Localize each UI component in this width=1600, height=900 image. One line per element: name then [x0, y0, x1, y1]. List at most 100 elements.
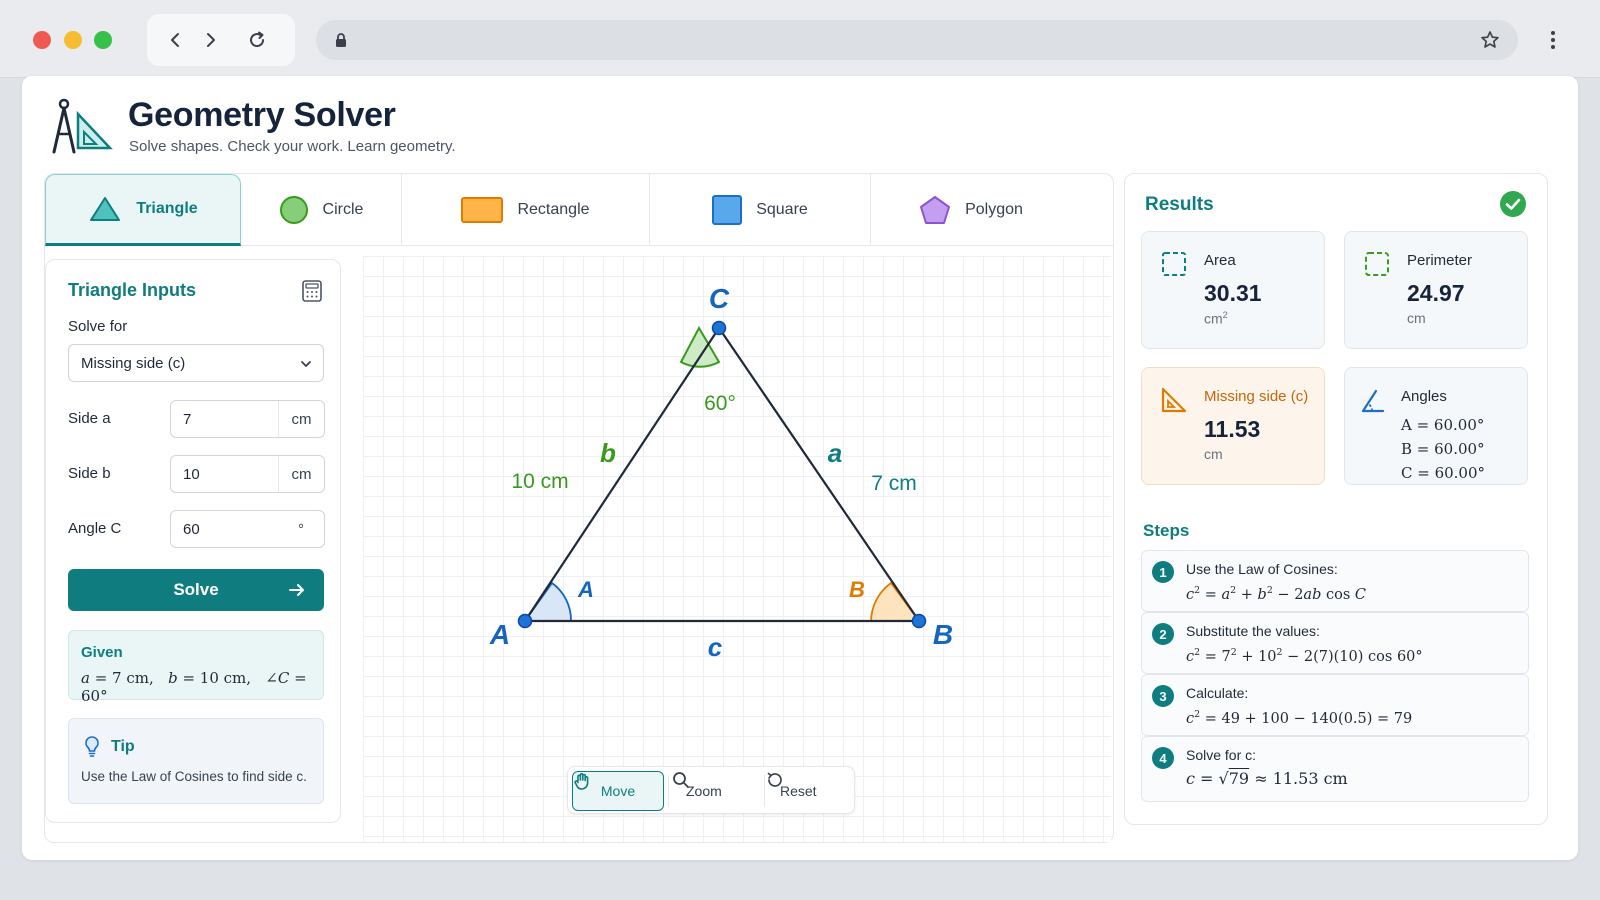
- side-b-input[interactable]: 10 cm: [170, 455, 325, 493]
- tab-circle[interactable]: Circle: [241, 174, 402, 246]
- angle-c-label: Angle C: [68, 520, 122, 537]
- tip-title: Tip: [111, 738, 135, 755]
- area-value: 30.31: [1204, 280, 1262, 306]
- results-title: Results: [1145, 194, 1214, 215]
- step-equation: c2 = 49 + 100 − 140(0.5) = 79: [1186, 709, 1413, 727]
- tab-polygon[interactable]: Polygon: [871, 174, 1071, 246]
- arrow-right-icon: [289, 584, 304, 596]
- tab-rectangle[interactable]: Rectangle: [402, 174, 650, 246]
- vertex-b-point[interactable]: [911, 613, 927, 629]
- area-result-card: Area 30.31 cm2: [1141, 231, 1325, 349]
- angle-c-value-label: 60°: [704, 392, 736, 415]
- calculator-icon[interactable]: [301, 280, 323, 302]
- vertex-c-point[interactable]: [711, 320, 727, 336]
- angle-icon: [1361, 389, 1385, 413]
- browser-toolbar: [0, 0, 1600, 78]
- tip-text: Use the Law of Cosines to find side c.: [81, 769, 307, 784]
- missing-side-label: Missing side (c): [1204, 388, 1309, 405]
- triangle-icon: [90, 197, 121, 221]
- side-b-name-label: b: [600, 438, 616, 468]
- bookmark-star-icon[interactable]: [1480, 30, 1500, 50]
- side-b-label: Side b: [68, 465, 111, 482]
- forward-icon[interactable]: [199, 28, 223, 52]
- reset-icon: [767, 772, 782, 787]
- chevron-down-icon: [301, 361, 311, 367]
- toolbar-divider: [764, 775, 765, 807]
- app-subtitle: Solve shapes. Check your work. Learn geo…: [129, 138, 456, 155]
- reset-tool-button[interactable]: Reset: [766, 771, 831, 811]
- reload-icon[interactable]: [245, 28, 269, 52]
- tab-label: Triangle: [136, 200, 198, 217]
- missing-side-unit: cm: [1204, 446, 1223, 462]
- side-a-unit: cm: [278, 401, 324, 437]
- drawing-canvas[interactable]: C A B 60° A B b 10 cm a 7 cm c Move Zoom…: [363, 256, 1111, 842]
- step-item: 2 Substitute the values: c2 = 72 + 102 −…: [1141, 612, 1529, 674]
- zoom-tool-button[interactable]: Zoom: [672, 771, 736, 811]
- move-tool-button[interactable]: Move: [572, 771, 664, 811]
- side-a-length-label: 7 cm: [871, 472, 917, 495]
- hand-icon: [574, 773, 589, 790]
- step-equation: c2 = 72 + 102 − 2(7)(10) cos 60°: [1186, 647, 1423, 665]
- app-page: Geometry Solver Solve shapes. Check your…: [22, 76, 1578, 860]
- area-unit: cm2: [1204, 310, 1228, 327]
- step-item: 4 Solve for c: c = √79 ≈ 11.53 cm: [1141, 736, 1529, 802]
- app-title: Geometry Solver: [128, 96, 396, 134]
- shape-workspace: Triangle Circle Rectangle Square Polygon…: [44, 173, 1114, 843]
- angles-result-card: Angles A = 60.00° B = 60.00° C = 60.00°: [1344, 367, 1528, 485]
- tab-square[interactable]: Square: [650, 174, 871, 246]
- solve-for-select[interactable]: Missing side (c): [68, 344, 324, 382]
- area-label: Area: [1204, 252, 1236, 269]
- angle-c-value: 60: [183, 521, 200, 538]
- tab-label: Square: [756, 201, 808, 218]
- magnifier-icon: [673, 772, 689, 788]
- tip-box: Tip Use the Law of Cosines to find side …: [68, 718, 324, 804]
- angle-c-input[interactable]: 60 °: [170, 510, 325, 548]
- window-close-button[interactable]: [33, 31, 51, 49]
- pentagon-icon: [920, 196, 951, 224]
- window-maximize-button[interactable]: [94, 31, 112, 49]
- lightbulb-icon: [85, 736, 99, 757]
- step-number: 2: [1152, 623, 1174, 645]
- angle-b-arc: [870, 581, 921, 622]
- tab-triangle[interactable]: Triangle: [45, 174, 241, 246]
- perimeter-result-card: Perimeter 24.97 cm: [1344, 231, 1528, 349]
- step-item: 1 Use the Law of Cosines: c2 = a2 + b2 −…: [1141, 550, 1529, 612]
- results-panel: Results Area 30.31 cm2 Perimeter 24.97 c…: [1124, 173, 1548, 825]
- angle-b-label: B: [849, 577, 865, 602]
- solve-button-label: Solve: [173, 580, 219, 599]
- side-c-name-label: c: [708, 632, 723, 662]
- move-tool-label: Move: [600, 783, 636, 799]
- tab-label: Circle: [322, 201, 364, 218]
- kebab-menu-icon[interactable]: [1545, 28, 1561, 52]
- canvas-toolbar: Move Zoom Reset: [567, 766, 855, 814]
- given-title: Given: [81, 644, 123, 661]
- side-a-input[interactable]: 7 cm: [170, 400, 325, 438]
- vertex-a-label: A: [489, 619, 510, 650]
- angle-b-result: B = 60.00°: [1401, 440, 1485, 458]
- check-circle-icon: [1500, 191, 1526, 217]
- dashed-perimeter-icon: [1365, 252, 1389, 276]
- step-equation: c2 = a2 + b2 − 2ab cos C: [1186, 585, 1366, 603]
- steps-title: Steps: [1143, 521, 1190, 540]
- angle-a-result: A = 60.00°: [1401, 416, 1485, 434]
- address-bar[interactable]: [316, 20, 1518, 60]
- side-a-name-label: a: [828, 438, 842, 468]
- missing-side-result-card: Missing side (c) 11.53 cm: [1141, 367, 1325, 485]
- reset-tool-label: Reset: [780, 783, 817, 799]
- zoom-tool-label: Zoom: [686, 783, 722, 799]
- step-number: 1: [1152, 561, 1174, 583]
- perimeter-unit: cm: [1407, 310, 1426, 326]
- inputs-title: Triangle Inputs: [68, 280, 197, 300]
- vertex-c-label: C: [709, 283, 730, 314]
- missing-side-value: 11.53: [1204, 416, 1261, 442]
- angle-c-unit: °: [298, 520, 304, 538]
- tab-label: Rectangle: [517, 201, 590, 218]
- window-minimize-button[interactable]: [64, 31, 82, 49]
- dashed-square-icon: [1162, 252, 1186, 276]
- solve-button[interactable]: Solve: [68, 569, 324, 611]
- toolbar-divider: [668, 775, 669, 807]
- back-icon[interactable]: [163, 28, 187, 52]
- step-label: Calculate:: [1186, 685, 1249, 701]
- step-number: 3: [1152, 685, 1174, 707]
- vertex-a-point[interactable]: [517, 613, 533, 629]
